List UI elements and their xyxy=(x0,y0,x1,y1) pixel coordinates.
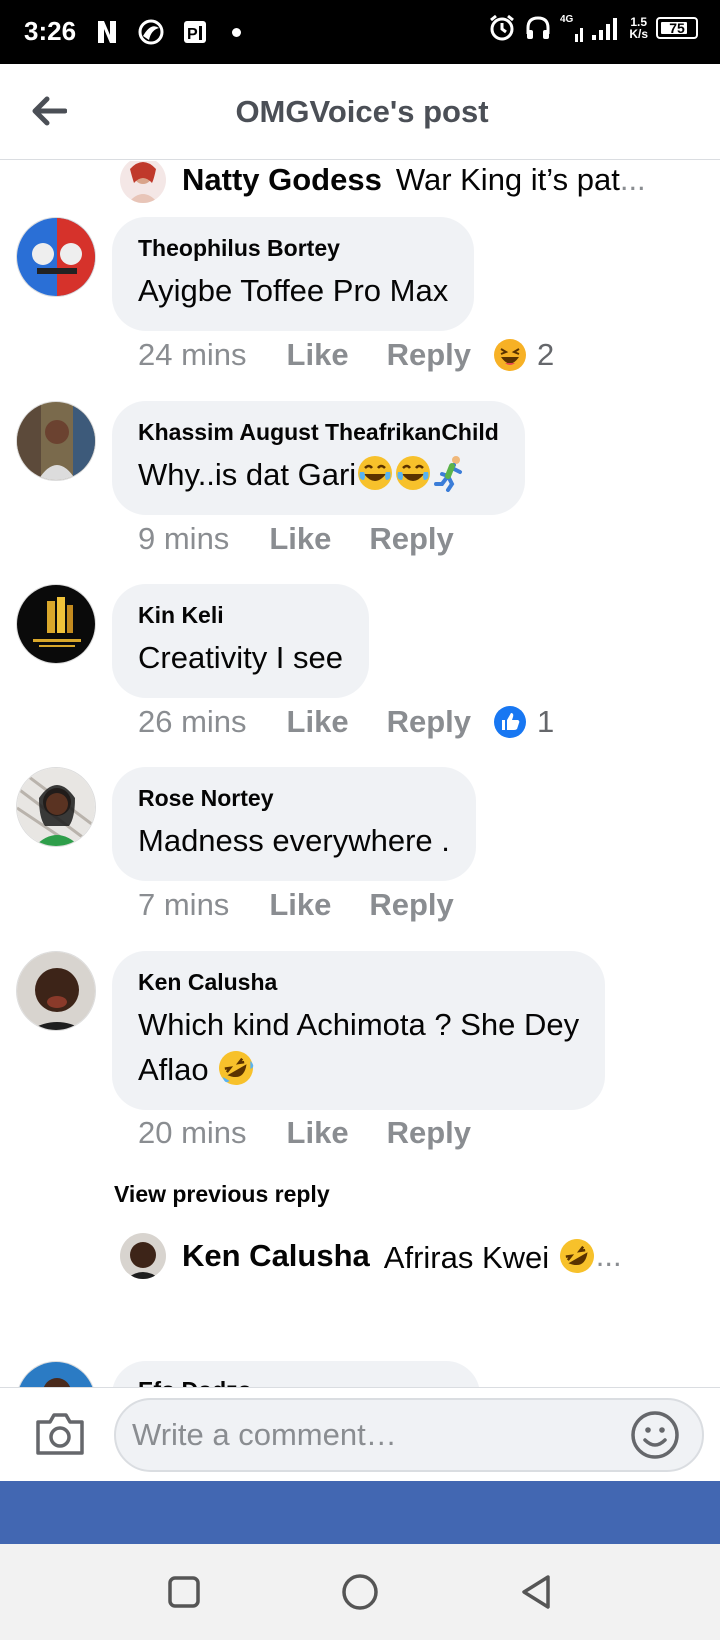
headphones-icon xyxy=(526,16,550,39)
network-speed: 1.5 K/s xyxy=(629,15,648,41)
app-notification-icon xyxy=(136,17,166,47)
camera-button[interactable] xyxy=(34,1410,86,1458)
rolling-laughing-emoji-icon xyxy=(219,1051,254,1085)
avatar[interactable] xyxy=(120,1233,166,1279)
laughing-tears-emoji-icon xyxy=(358,456,393,490)
avatar[interactable] xyxy=(120,161,166,203)
comment-bubble[interactable]: Rose Nortey Madness everywhere . xyxy=(112,767,476,881)
comment-text: Which kind Achimota ? She Dey Aflao xyxy=(138,1002,579,1092)
avatar[interactable] xyxy=(16,584,96,664)
system-navigation-bar xyxy=(0,1544,720,1640)
signal-4g-icon: 4G xyxy=(560,14,584,42)
more-notifications-dot xyxy=(232,27,241,37)
recents-button[interactable] xyxy=(162,1570,206,1614)
emoji-button[interactable] xyxy=(630,1410,680,1460)
triangle-back-icon xyxy=(522,1575,550,1609)
reply-button[interactable]: Reply xyxy=(387,704,471,740)
comment-author[interactable]: Theophilus Bortey xyxy=(138,235,448,262)
system-icons: 4G 1.5 K/s 75 xyxy=(488,14,698,42)
view-previous-reply-link[interactable]: View previous reply xyxy=(114,1181,330,1208)
comment-time[interactable]: 24 mins xyxy=(138,337,247,373)
notification-icons: P xyxy=(92,17,241,47)
status-time: 3:26 xyxy=(24,16,77,46)
comment-text: Ayigbe Toffee Pro Max xyxy=(138,273,449,308)
camera-icon xyxy=(36,1413,84,1455)
reaction-count[interactable]: 1 xyxy=(537,704,554,740)
comment-time[interactable]: 20 mins xyxy=(138,1115,247,1151)
like-button[interactable]: Like xyxy=(287,1115,349,1151)
battery-icon: 75 xyxy=(656,17,698,39)
comment-bubble[interactable]: Khassim August TheafrikanChild Why..is d… xyxy=(112,401,525,515)
bottom-accent-bar xyxy=(0,1481,720,1544)
comment-actions: 26 mins Like Reply 1 xyxy=(138,704,554,740)
comments-list: Natty Godess War King it’s pat ... Theop… xyxy=(0,161,720,1387)
like-button[interactable]: Like xyxy=(287,704,349,740)
reply-author[interactable]: Ken Calusha xyxy=(182,1238,370,1274)
reply-author[interactable]: Natty Godess xyxy=(182,162,382,198)
rolling-laughing-emoji-icon xyxy=(559,1238,594,1273)
avatar[interactable] xyxy=(16,401,96,481)
page-title: OMGVoice's post xyxy=(235,94,489,129)
laughing-tears-emoji-icon xyxy=(396,456,431,490)
square-icon xyxy=(168,1576,200,1608)
comment-actions: 24 mins Like Reply 2 xyxy=(138,337,554,373)
reply-text: War King it’s pat xyxy=(395,162,620,197)
reply-button[interactable]: Reply xyxy=(369,887,453,923)
reaction-count[interactable]: 2 xyxy=(537,337,554,373)
netflix-icon xyxy=(92,17,122,47)
haha-reaction-icon[interactable] xyxy=(493,338,527,372)
home-button[interactable] xyxy=(338,1570,382,1614)
reply-preview[interactable]: Natty Godess War King it’s pat ... xyxy=(120,161,684,205)
alarm-icon xyxy=(490,14,514,41)
comment-time[interactable]: 7 mins xyxy=(138,887,229,923)
comment-author[interactable]: Ken Calusha xyxy=(138,969,579,996)
reply-ellipsis: ... xyxy=(619,162,646,197)
comment-time[interactable]: 26 mins xyxy=(138,704,247,740)
reply-ellipsis: ... xyxy=(595,1238,622,1273)
comment-text: Madness everywhere . xyxy=(138,823,450,858)
post-header: OMGVoice's post xyxy=(0,64,720,160)
like-button[interactable]: Like xyxy=(269,521,331,557)
comment-text: Why..is dat Gari xyxy=(138,452,499,497)
back-nav-button[interactable] xyxy=(514,1570,558,1614)
comment-actions: 9 mins Like Reply xyxy=(138,521,476,557)
avatar[interactable] xyxy=(16,767,96,847)
running-man-emoji-icon xyxy=(434,456,463,492)
signal-bars-icon xyxy=(592,18,618,40)
parking-app-icon: P xyxy=(180,17,210,47)
avatar[interactable] xyxy=(16,1361,96,1387)
reply-preview[interactable]: Ken Calusha Afriras Kwei ... xyxy=(120,1231,684,1281)
comment-author[interactable]: Khassim August TheafrikanChild xyxy=(138,419,499,446)
comment-input[interactable] xyxy=(114,1398,704,1472)
smiley-icon xyxy=(631,1411,679,1459)
comment-bubble[interactable]: Ken Calusha Which kind Achimota ? She De… xyxy=(112,951,606,1110)
comment-text: Creativity I see xyxy=(138,640,344,675)
svg-text:P: P xyxy=(187,26,198,43)
comment-actions: 7 mins Like Reply xyxy=(138,887,476,923)
reply-button[interactable]: Reply xyxy=(387,337,471,373)
comment-actions: 20 mins Like Reply xyxy=(138,1115,493,1151)
comment-composer xyxy=(0,1387,720,1481)
comment-author[interactable]: Rose Nortey xyxy=(138,785,450,812)
reply-text: Afriras Kwei xyxy=(384,1237,596,1276)
circle-icon xyxy=(342,1574,378,1610)
status-bar: 3:26 P 4G 1.5 K/s 75 xyxy=(0,0,720,64)
reply-button[interactable]: Reply xyxy=(387,1115,471,1151)
like-button[interactable]: Like xyxy=(269,887,331,923)
comment-bubble[interactable]: Efo Dodzo xyxy=(112,1361,480,1387)
comment-bubble[interactable]: Theophilus Bortey Ayigbe Toffee Pro Max xyxy=(112,217,475,331)
avatar[interactable] xyxy=(16,951,96,1031)
comment-time[interactable]: 9 mins xyxy=(138,521,229,557)
like-reaction-icon[interactable] xyxy=(493,705,527,739)
reply-button[interactable]: Reply xyxy=(369,521,453,557)
comment-author[interactable]: Efo Dodzo xyxy=(138,1377,454,1387)
comment-bubble[interactable]: Kin Keli Creativity I see xyxy=(112,584,370,698)
comment-author[interactable]: Kin Keli xyxy=(138,602,343,629)
like-button[interactable]: Like xyxy=(287,337,349,373)
avatar[interactable] xyxy=(16,217,96,297)
